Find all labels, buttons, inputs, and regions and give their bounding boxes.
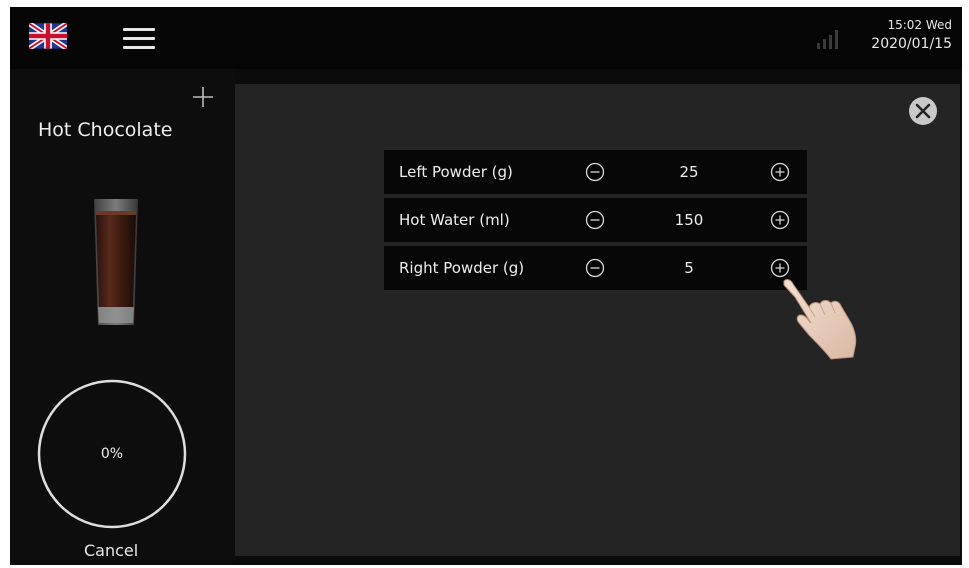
right-powder-label: Right Powder (g) bbox=[399, 259, 525, 277]
recipe-settings: Left Powder (g) 25 Hot Water (ml) 150 Ri… bbox=[384, 150, 807, 294]
right-powder-value: 5 bbox=[684, 259, 694, 277]
drink-sidebar: Hot Chocolate 0% Cancel bbox=[10, 69, 234, 565]
progress-label: 0% bbox=[100, 446, 124, 462]
plus-icon[interactable] bbox=[191, 85, 215, 109]
left-powder-row: Left Powder (g) 25 bbox=[384, 150, 807, 194]
increase-left-powder-icon[interactable] bbox=[770, 162, 790, 182]
left-powder-label: Left Powder (g) bbox=[399, 163, 513, 181]
clock-time: 15:02 Wed bbox=[887, 18, 952, 32]
hot-water-value: 150 bbox=[674, 211, 704, 229]
top-bar: 15:02 Wed 2020/01/15 bbox=[10, 7, 962, 69]
hot-water-label: Hot Water (ml) bbox=[399, 211, 510, 229]
hamburger-menu-icon[interactable] bbox=[123, 28, 155, 50]
pointing-hand-icon bbox=[783, 279, 857, 360]
hot-chocolate-glass-image bbox=[94, 199, 138, 325]
drink-name: Hot Chocolate bbox=[38, 119, 173, 141]
decrease-hot-water-icon[interactable] bbox=[585, 210, 605, 230]
decrease-right-powder-icon[interactable] bbox=[585, 258, 605, 278]
cancel-button[interactable]: Cancel bbox=[84, 541, 138, 560]
brew-progress-ring[interactable]: 0% bbox=[36, 378, 188, 530]
clock: 15:02 Wed 2020/01/15 bbox=[871, 18, 952, 54]
decrease-left-powder-icon[interactable] bbox=[585, 162, 605, 182]
right-powder-row: Right Powder (g) 5 bbox=[384, 246, 807, 290]
signal-bars-icon bbox=[817, 30, 838, 49]
close-circle-icon[interactable] bbox=[908, 96, 938, 126]
uk-flag-icon[interactable] bbox=[29, 23, 67, 49]
increase-right-powder-icon[interactable] bbox=[770, 258, 790, 278]
hot-water-row: Hot Water (ml) 150 bbox=[384, 198, 807, 242]
left-powder-value: 25 bbox=[679, 163, 699, 181]
increase-hot-water-icon[interactable] bbox=[770, 210, 790, 230]
clock-date: 2020/01/15 bbox=[871, 36, 952, 52]
